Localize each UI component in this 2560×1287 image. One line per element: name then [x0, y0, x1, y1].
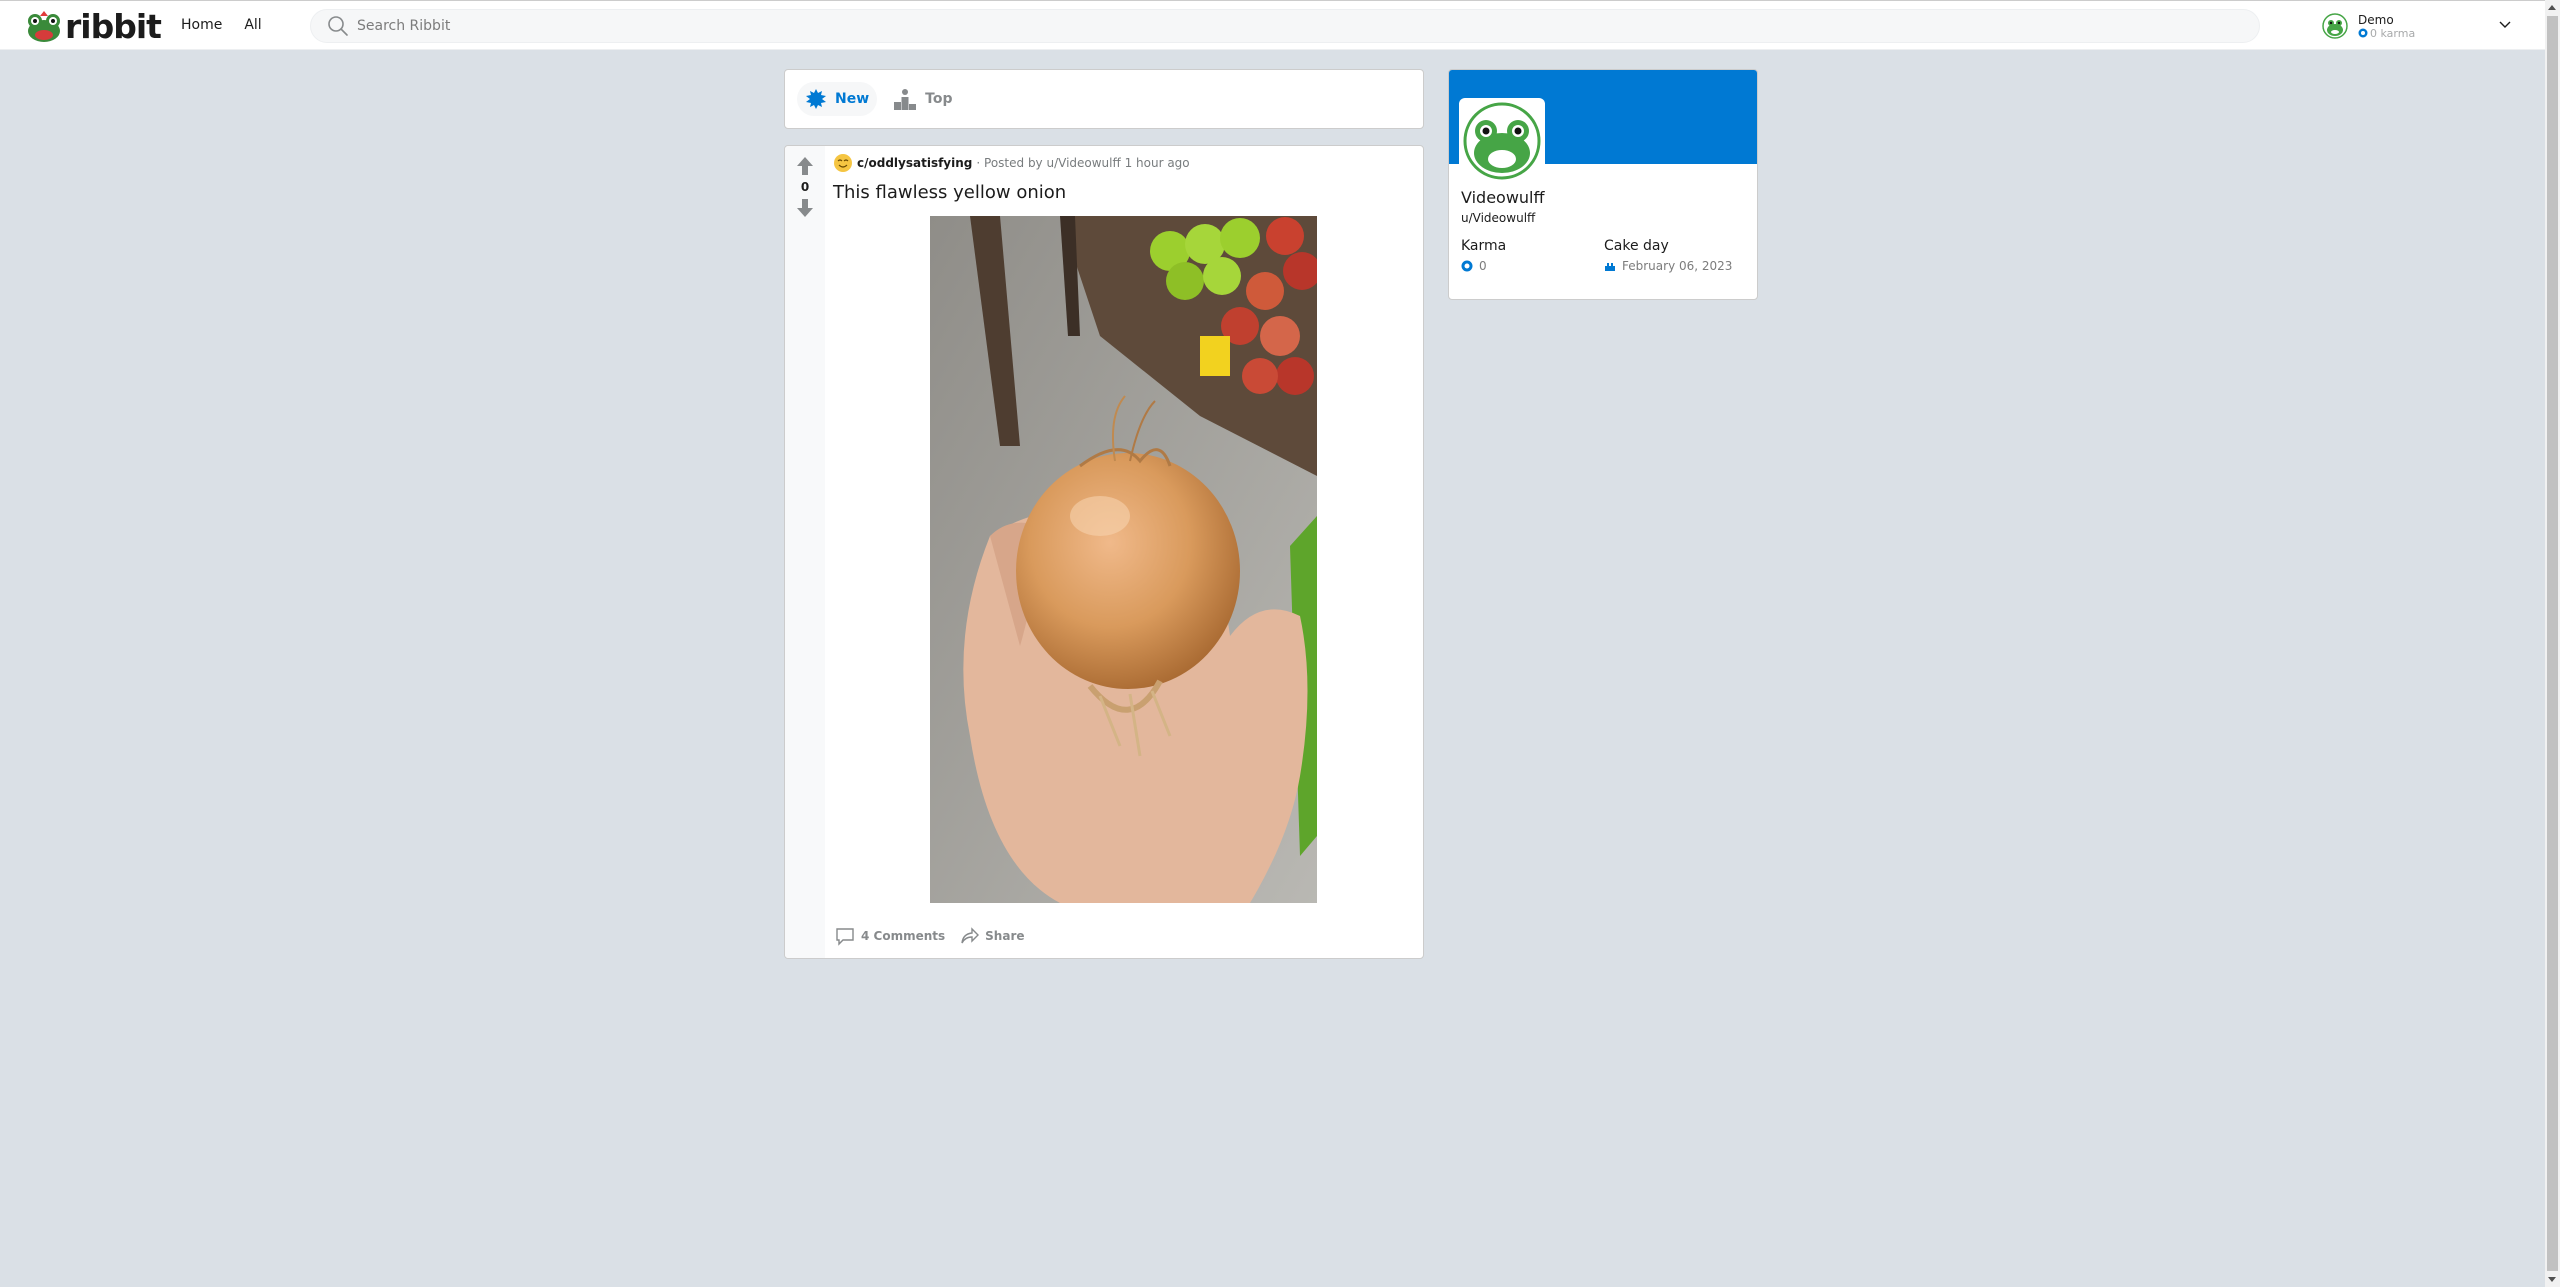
onion-photo — [930, 216, 1317, 903]
scroll-up-arrow-icon[interactable] — [2548, 5, 2556, 10]
cakeday-value: February 06, 2023 — [1622, 259, 1733, 273]
user-menu-button[interactable]: Demo 0 karma — [2322, 9, 2522, 43]
cakeday-label: Cake day — [1604, 238, 1669, 254]
karma-stat: Karma 0 — [1461, 238, 1506, 273]
user-info: Demo 0 karma — [2358, 13, 2415, 40]
starburst-icon — [806, 89, 826, 109]
nav-all[interactable]: All — [244, 17, 261, 33]
cake-icon — [1605, 263, 1615, 271]
comments-button[interactable]: 4 Comments — [835, 926, 945, 946]
vote-column: 0 — [785, 146, 825, 958]
share-label: Share — [985, 929, 1025, 943]
frog-avatar-icon — [1463, 102, 1541, 180]
chevron-down-icon — [2499, 21, 2511, 28]
upvote-arrow-icon[interactable] — [796, 156, 814, 176]
profile-handle: u/Videowulff — [1461, 211, 1536, 225]
search-icon — [328, 16, 348, 36]
post-meta: c/oddlysatisfying · Posted by u/Videowul… — [833, 154, 1415, 172]
post-byline[interactable]: · Posted by u/Videowulff 1 hour ago — [976, 156, 1189, 170]
search-input[interactable] — [357, 18, 2157, 34]
sort-bar: New Top — [784, 69, 1424, 129]
comments-label: 4 Comments — [861, 929, 946, 943]
share-icon — [961, 927, 980, 944]
community-emoji-icon[interactable] — [833, 153, 853, 173]
search-bar[interactable] — [310, 9, 2260, 43]
frog-logo-icon — [28, 11, 60, 42]
profile-avatar[interactable] — [1459, 98, 1545, 184]
share-button[interactable]: Share — [959, 926, 1025, 946]
karma-icon — [2358, 28, 2368, 38]
karma-icon — [1461, 260, 1473, 272]
user-karma: 0 karma — [2358, 27, 2415, 40]
podium-icon — [894, 89, 917, 110]
comment-icon — [836, 928, 854, 946]
profile-display-name: Videowulff — [1461, 188, 1545, 207]
karma-value: 0 — [1479, 259, 1487, 273]
sort-top-button[interactable]: Top — [885, 82, 960, 116]
sort-new-label: New — [835, 91, 870, 107]
scroll-down-arrow-icon[interactable] — [2548, 1277, 2556, 1282]
nav-home[interactable]: Home — [181, 17, 222, 33]
sort-new-button[interactable]: New — [797, 82, 878, 116]
logo-wordmark: ribbit — [65, 6, 162, 46]
post-card[interactable]: 0 c/oddlysatisfying · Posted by u/Videow… — [784, 145, 1424, 959]
post-actions: 4 Comments Share — [835, 926, 1025, 946]
karma-label: Karma — [1461, 238, 1507, 254]
downvote-arrow-icon[interactable] — [796, 198, 814, 218]
community-link[interactable]: c/oddlysatisfying — [857, 156, 972, 170]
user-karma-text: 0 karma — [2370, 26, 2416, 40]
cakeday-stat: Cake day February 06, 2023 — [1604, 238, 1732, 273]
post-title[interactable]: This flawless yellow onion — [833, 182, 1415, 203]
post-image[interactable] — [930, 216, 1317, 903]
top-nav-bar: ribbit Home All Demo — [0, 0, 2545, 50]
sort-top-label: Top — [925, 91, 953, 107]
profile-card: Videowulff u/Videowulff Karma 0 Cake day… — [1448, 69, 1758, 300]
user-name: Demo — [2358, 12, 2394, 27]
scroll-thumb[interactable] — [2547, 16, 2558, 1271]
cakeday-value-row: February 06, 2023 — [1604, 259, 1732, 273]
main-nav: Home All — [181, 17, 262, 33]
user-avatar — [2322, 13, 2348, 39]
post-body: c/oddlysatisfying · Posted by u/Videowul… — [825, 146, 1423, 958]
karma-value-row: 0 — [1461, 259, 1506, 273]
vote-count: 0 — [800, 180, 810, 194]
ribbit-logo[interactable]: ribbit — [26, 6, 162, 46]
page-scrollbar[interactable] — [2545, 0, 2560, 1287]
